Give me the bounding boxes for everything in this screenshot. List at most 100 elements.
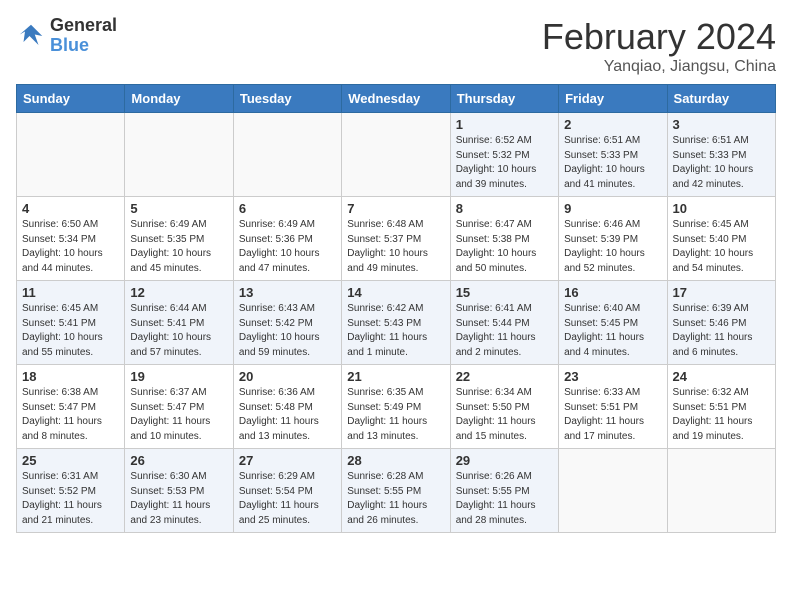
calendar-cell: 22 Sunrise: 6:34 AMSunset: 5:50 PMDayligh…: [450, 365, 558, 449]
calendar-week-row: 11 Sunrise: 6:45 AMSunset: 5:41 PMDayligh…: [17, 281, 776, 365]
calendar-week-row: 25Sunrise: 6:31 AMSunset: 5:52 PMDayligh…: [17, 449, 776, 533]
calendar-cell: 28Sunrise: 6:28 AMSunset: 5:55 PMDayligh…: [342, 449, 450, 533]
calendar-cell: 5Sunrise: 6:49 AMSunset: 5:35 PMDaylight…: [125, 197, 233, 281]
calendar-cell: 2 Sunrise: 6:51 AMSunset: 5:33 PMDaylight…: [559, 113, 667, 197]
calendar-cell: 23 Sunrise: 6:33 AMSunset: 5:51 PMDayligh…: [559, 365, 667, 449]
calendar-cell: 18 Sunrise: 6:38 AMSunset: 5:47 PMDayligh…: [17, 365, 125, 449]
day-number: 27: [239, 453, 336, 468]
calendar-title: February 2024: [542, 16, 776, 58]
day-detail: Sunrise: 6:51 AMSunset: 5:33 PMDaylight:…: [673, 134, 770, 192]
calendar-cell: 16 Sunrise: 6:40 AMSunset: 5:45 PMDayligh…: [559, 281, 667, 365]
weekday-header-monday: Monday: [125, 85, 233, 113]
day-detail: Sunrise: 6:50 AMSunset: 5:34 PMDaylight:…: [22, 218, 119, 276]
day-detail: Sunrise: 6:48 AMSunset: 5:37 PMDaylight:…: [347, 218, 444, 276]
weekday-header-friday: Friday: [559, 85, 667, 113]
logo: General Blue: [16, 16, 117, 56]
day-number: 1: [456, 117, 553, 132]
day-number: 21: [347, 369, 444, 384]
calendar-subtitle: Yanqiao, Jiangsu, China: [542, 58, 776, 76]
day-number: 22: [456, 369, 553, 384]
day-detail: Sunrise: 6:42 AMSunset: 5:43 PMDaylight:…: [347, 302, 444, 360]
calendar-cell: 10Sunrise: 6:45 AMSunset: 5:40 PMDayligh…: [667, 197, 775, 281]
calendar-cell: [125, 113, 233, 197]
day-number: 18: [22, 369, 119, 384]
calendar-cell: 12 Sunrise: 6:44 AMSunset: 5:41 PMDayligh…: [125, 281, 233, 365]
calendar-cell: 14 Sunrise: 6:42 AMSunset: 5:43 PMDayligh…: [342, 281, 450, 365]
day-number: 3: [673, 117, 770, 132]
calendar-cell: 1 Sunrise: 6:52 AMSunset: 5:32 PMDaylight…: [450, 113, 558, 197]
day-number: 17: [673, 285, 770, 300]
day-detail: Sunrise: 6:28 AMSunset: 5:55 PMDaylight:…: [347, 470, 444, 528]
calendar-cell: [667, 449, 775, 533]
day-detail: Sunrise: 6:51 AMSunset: 5:33 PMDaylight:…: [564, 134, 661, 192]
weekday-header-wednesday: Wednesday: [342, 85, 450, 113]
calendar-cell: 7 Sunrise: 6:48 AMSunset: 5:37 PMDaylight…: [342, 197, 450, 281]
day-number: 6: [239, 201, 336, 216]
day-detail: Sunrise: 6:52 AMSunset: 5:32 PMDaylight:…: [456, 134, 553, 192]
day-number: 29: [456, 453, 553, 468]
calendar-week-row: 1 Sunrise: 6:52 AMSunset: 5:32 PMDaylight…: [17, 113, 776, 197]
day-number: 20: [239, 369, 336, 384]
weekday-header-tuesday: Tuesday: [233, 85, 341, 113]
day-detail: Sunrise: 6:33 AMSunset: 5:51 PMDaylight:…: [564, 386, 661, 444]
weekday-header-row: SundayMondayTuesdayWednesdayThursdayFrid…: [17, 85, 776, 113]
day-detail: Sunrise: 6:46 AMSunset: 5:39 PMDaylight:…: [564, 218, 661, 276]
calendar-body: 1 Sunrise: 6:52 AMSunset: 5:32 PMDaylight…: [17, 113, 776, 533]
day-number: 15: [456, 285, 553, 300]
calendar-cell: 26 Sunrise: 6:30 AMSunset: 5:53 PMDayligh…: [125, 449, 233, 533]
day-detail: Sunrise: 6:47 AMSunset: 5:38 PMDaylight:…: [456, 218, 553, 276]
day-detail: Sunrise: 6:37 AMSunset: 5:47 PMDaylight:…: [130, 386, 227, 444]
day-number: 19: [130, 369, 227, 384]
weekday-header-sunday: Sunday: [17, 85, 125, 113]
day-detail: Sunrise: 6:31 AMSunset: 5:52 PMDaylight:…: [22, 470, 119, 528]
day-detail: Sunrise: 6:36 AMSunset: 5:48 PMDaylight:…: [239, 386, 336, 444]
logo-text: General Blue: [50, 16, 117, 56]
calendar-cell: [233, 113, 341, 197]
day-detail: Sunrise: 6:38 AMSunset: 5:47 PMDaylight:…: [22, 386, 119, 444]
day-number: 26: [130, 453, 227, 468]
calendar-table: SundayMondayTuesdayWednesdayThursdayFrid…: [16, 84, 776, 533]
calendar-cell: [342, 113, 450, 197]
day-detail: Sunrise: 6:45 AMSunset: 5:40 PMDaylight:…: [673, 218, 770, 276]
day-number: 11: [22, 285, 119, 300]
day-detail: Sunrise: 6:44 AMSunset: 5:41 PMDaylight:…: [130, 302, 227, 360]
logo-bird-icon: [16, 21, 46, 51]
day-number: 7: [347, 201, 444, 216]
day-detail: Sunrise: 6:40 AMSunset: 5:45 PMDaylight:…: [564, 302, 661, 360]
calendar-cell: 13 Sunrise: 6:43 AMSunset: 5:42 PMDayligh…: [233, 281, 341, 365]
day-detail: Sunrise: 6:30 AMSunset: 5:53 PMDaylight:…: [130, 470, 227, 528]
day-detail: Sunrise: 6:29 AMSunset: 5:54 PMDaylight:…: [239, 470, 336, 528]
calendar-cell: 24Sunrise: 6:32 AMSunset: 5:51 PMDayligh…: [667, 365, 775, 449]
day-detail: Sunrise: 6:45 AMSunset: 5:41 PMDaylight:…: [22, 302, 119, 360]
title-block: February 2024 Yanqiao, Jiangsu, China: [542, 16, 776, 76]
day-number: 16: [564, 285, 661, 300]
day-number: 23: [564, 369, 661, 384]
calendar-cell: 25Sunrise: 6:31 AMSunset: 5:52 PMDayligh…: [17, 449, 125, 533]
calendar-cell: [17, 113, 125, 197]
calendar-cell: 27 Sunrise: 6:29 AMSunset: 5:54 PMDayligh…: [233, 449, 341, 533]
calendar-cell: 4 Sunrise: 6:50 AMSunset: 5:34 PMDaylight…: [17, 197, 125, 281]
weekday-header-thursday: Thursday: [450, 85, 558, 113]
calendar-cell: 8 Sunrise: 6:47 AMSunset: 5:38 PMDaylight…: [450, 197, 558, 281]
calendar-week-row: 4 Sunrise: 6:50 AMSunset: 5:34 PMDaylight…: [17, 197, 776, 281]
day-number: 12: [130, 285, 227, 300]
day-detail: Sunrise: 6:34 AMSunset: 5:50 PMDaylight:…: [456, 386, 553, 444]
day-number: 13: [239, 285, 336, 300]
day-number: 8: [456, 201, 553, 216]
day-detail: Sunrise: 6:35 AMSunset: 5:49 PMDaylight:…: [347, 386, 444, 444]
calendar-cell: 15 Sunrise: 6:41 AMSunset: 5:44 PMDayligh…: [450, 281, 558, 365]
calendar-week-row: 18 Sunrise: 6:38 AMSunset: 5:47 PMDayligh…: [17, 365, 776, 449]
weekday-header-saturday: Saturday: [667, 85, 775, 113]
day-number: 14: [347, 285, 444, 300]
calendar-header: SundayMondayTuesdayWednesdayThursdayFrid…: [17, 85, 776, 113]
day-detail: Sunrise: 6:49 AMSunset: 5:36 PMDaylight:…: [239, 218, 336, 276]
calendar-cell: 19 Sunrise: 6:37 AMSunset: 5:47 PMDayligh…: [125, 365, 233, 449]
day-number: 2: [564, 117, 661, 132]
day-detail: Sunrise: 6:41 AMSunset: 5:44 PMDaylight:…: [456, 302, 553, 360]
day-number: 4: [22, 201, 119, 216]
day-number: 9: [564, 201, 661, 216]
day-detail: Sunrise: 6:43 AMSunset: 5:42 PMDaylight:…: [239, 302, 336, 360]
calendar-cell: 17Sunrise: 6:39 AMSunset: 5:46 PMDayligh…: [667, 281, 775, 365]
calendar-cell: 20 Sunrise: 6:36 AMSunset: 5:48 PMDayligh…: [233, 365, 341, 449]
day-number: 5: [130, 201, 227, 216]
